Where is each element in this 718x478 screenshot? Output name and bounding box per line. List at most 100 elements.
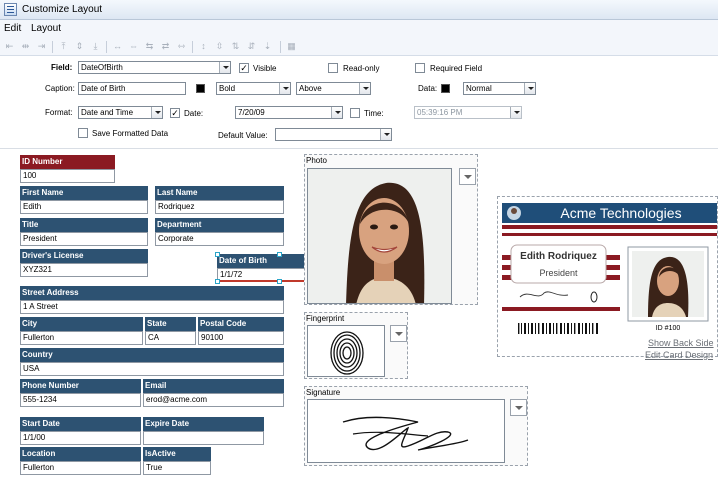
photo-image[interactable] [307, 168, 452, 304]
is-active-value[interactable]: True [143, 461, 211, 475]
save-formatted-checkbox[interactable] [78, 128, 88, 138]
last-name-caption[interactable]: Last Name [155, 186, 284, 200]
chevron-down-icon[interactable] [380, 129, 391, 140]
signature-image[interactable] [307, 399, 505, 463]
caption-position-select[interactable]: Above [296, 82, 371, 95]
toolbar-separator [106, 41, 107, 53]
time-checkbox[interactable] [350, 108, 360, 118]
field-select-value: DateOfBirth [81, 63, 123, 72]
photo-menu-button[interactable] [459, 168, 476, 185]
street-address-value[interactable]: 1 A Street [20, 300, 284, 314]
chevron-down-icon[interactable] [510, 107, 521, 118]
department-caption[interactable]: Department [155, 218, 284, 232]
align-right-icon[interactable]: ⇥ [36, 41, 47, 52]
caption-color-swatch[interactable] [196, 84, 205, 93]
postal-code-value[interactable]: 90100 [198, 331, 284, 345]
date-label: Date: [184, 109, 204, 118]
city-caption[interactable]: City [20, 317, 143, 331]
vspace-increase-icon[interactable]: ⇅ [230, 41, 241, 52]
drivers-license-caption[interactable]: Driver's License [20, 249, 148, 263]
vspace-remove-icon[interactable]: ⇣ [262, 41, 273, 52]
country-caption[interactable]: Country [20, 348, 284, 362]
id-number-caption[interactable]: ID Number [20, 155, 115, 169]
align-top-icon[interactable]: ⤒ [58, 41, 69, 52]
expire-date-caption[interactable]: Expire Date [143, 417, 264, 431]
show-back-side-link[interactable]: Show Back Side [648, 338, 714, 348]
readonly-checkbox[interactable] [328, 63, 338, 73]
resize-handle[interactable] [215, 252, 220, 257]
chevron-down-icon[interactable] [359, 83, 370, 94]
required-checkbox[interactable] [415, 63, 425, 73]
expire-date-value[interactable] [143, 431, 264, 445]
street-address-caption[interactable]: Street Address [20, 286, 284, 300]
id-number-value[interactable]: 100 [20, 169, 115, 183]
state-value[interactable]: CA [145, 331, 196, 345]
visible-checkbox[interactable]: ✓ [239, 63, 249, 73]
edit-card-design-link[interactable]: Edit Card Design [645, 350, 713, 360]
vspace-equal-icon[interactable]: ⇳ [214, 41, 225, 52]
date-checkbox[interactable]: ✓ [170, 108, 180, 118]
space-increase-icon[interactable]: ⇆ [144, 41, 155, 52]
start-date-value[interactable]: 1/1/00 [20, 431, 141, 445]
id-card-preview[interactable]: Acme Technologies Edith Rodriquez Presid… [497, 196, 718, 357]
chevron-down-icon[interactable] [151, 107, 162, 118]
phone-number-caption[interactable]: Phone Number [20, 379, 141, 393]
space-remove-icon[interactable]: ⇿ [176, 41, 187, 52]
chevron-down-icon[interactable] [524, 83, 535, 94]
time-picker[interactable]: 05:39:16 PM [414, 106, 522, 119]
fingerprint-image[interactable] [307, 325, 385, 377]
data-weight-value: Normal [466, 84, 492, 93]
signature-menu-button[interactable] [510, 399, 527, 416]
field-label: Field: [51, 63, 73, 72]
chevron-down-icon[interactable] [279, 83, 290, 94]
date-picker[interactable]: 7/20/09 [235, 106, 343, 119]
title-caption[interactable]: Title [20, 218, 148, 232]
last-name-value[interactable]: Rodriquez [155, 200, 284, 214]
caption-input[interactable]: Date of Birth [78, 82, 186, 95]
align-center-icon[interactable]: ⇹ [20, 41, 31, 52]
city-value[interactable]: Fullerton [20, 331, 143, 345]
location-value[interactable]: Fullerton [20, 461, 141, 475]
phone-number-value[interactable]: 555-1234 [20, 393, 141, 407]
title-bar: Customize Layout [0, 0, 718, 20]
data-color-swatch[interactable] [441, 84, 450, 93]
space-equal-icon[interactable]: ⇔ [128, 41, 139, 52]
format-select[interactable]: Date and Time [78, 106, 163, 119]
menu-layout[interactable]: Layout [31, 23, 61, 34]
visible-label: Visible [253, 64, 277, 73]
font-style-select[interactable]: Bold [216, 82, 291, 95]
state-caption[interactable]: State [145, 317, 196, 331]
email-value[interactable]: erod@acme.com [143, 393, 284, 407]
layout-grid-icon[interactable]: ▦ [286, 41, 297, 52]
email-caption[interactable]: Email [143, 379, 284, 393]
resize-handle[interactable] [277, 252, 282, 257]
chevron-down-icon[interactable] [219, 62, 230, 73]
drivers-license-value[interactable]: XYZ321 [20, 263, 148, 277]
space-decrease-icon[interactable]: ⇄ [160, 41, 171, 52]
default-value-select[interactable] [275, 128, 392, 141]
department-value[interactable]: Corporate [155, 232, 284, 246]
first-name-value[interactable]: Edith [20, 200, 148, 214]
align-bottom-icon[interactable]: ⤓ [90, 41, 101, 52]
menu-edit[interactable]: Edit [4, 23, 21, 34]
data-weight-select[interactable]: Normal [463, 82, 536, 95]
space-vertical-icon[interactable]: ↕ [198, 41, 209, 52]
required-label: Required Field [430, 64, 483, 73]
location-caption[interactable]: Location [20, 447, 141, 461]
align-middle-icon[interactable]: ⇕ [74, 41, 85, 52]
resize-handle[interactable] [215, 279, 220, 284]
vspace-decrease-icon[interactable]: ⇵ [246, 41, 257, 52]
first-name-caption[interactable]: First Name [20, 186, 148, 200]
country-value[interactable]: USA [20, 362, 284, 376]
title-value[interactable]: President [20, 232, 148, 246]
is-active-caption[interactable]: IsActive [143, 447, 211, 461]
field-select[interactable]: DateOfBirth [78, 61, 231, 74]
time-value: 05:39:16 PM [417, 108, 463, 117]
align-left-icon[interactable]: ⇤ [4, 41, 15, 52]
resize-handle[interactable] [277, 279, 282, 284]
fingerprint-menu-button[interactable] [390, 325, 407, 342]
chevron-down-icon[interactable] [331, 107, 342, 118]
postal-code-caption[interactable]: Postal Code [198, 317, 284, 331]
start-date-caption[interactable]: Start Date [20, 417, 141, 431]
space-horizontal-icon[interactable]: ↔ [112, 41, 123, 52]
